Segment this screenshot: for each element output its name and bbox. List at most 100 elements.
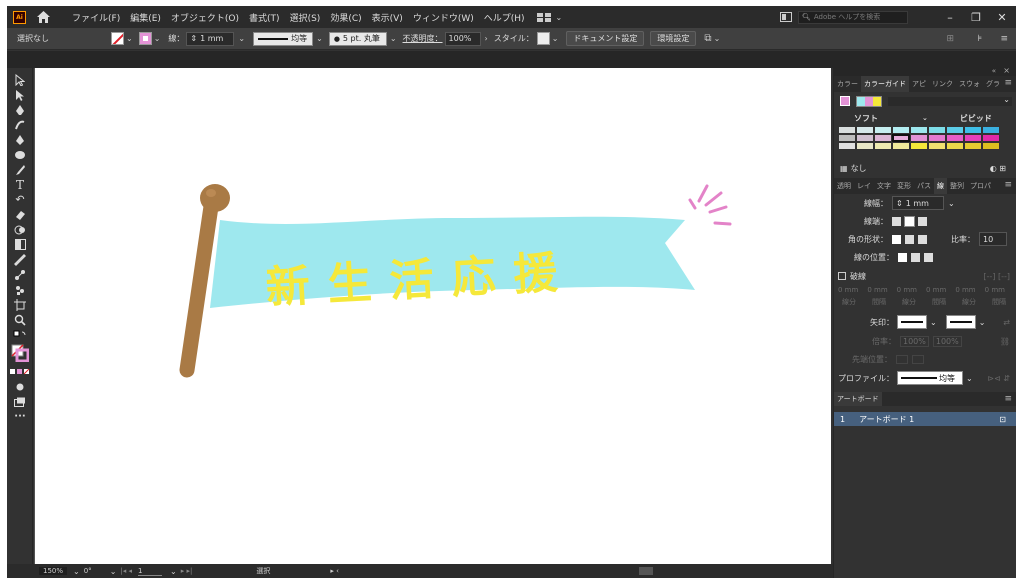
chevron-down-icon[interactable]: ⌄ (238, 34, 245, 43)
tab-artboards[interactable]: アートボード (834, 392, 882, 406)
grid-icon[interactable]: ⊞ (946, 34, 954, 44)
artboard[interactable]: 新生活応援 (35, 68, 831, 564)
panel-menu-icon[interactable]: ≡ (1004, 394, 1012, 404)
rotate-tool-icon[interactable]: ↶ (7, 192, 33, 207)
tab-gradient[interactable]: グラ (983, 79, 1003, 89)
start-scale-field[interactable]: 100% (900, 335, 929, 347)
stroke-color-swatch[interactable] (138, 32, 152, 45)
chevron-down-icon[interactable]: ⌄ (390, 34, 397, 43)
dashed-checkbox[interactable] (838, 272, 846, 280)
selection-tool-icon[interactable] (7, 72, 33, 87)
symbol-sprayer-tool-icon[interactable] (7, 282, 33, 297)
color-mode-icons[interactable] (7, 364, 33, 379)
screen-mode-icon[interactable] (7, 394, 33, 409)
align-icon[interactable]: ⊧ (977, 34, 982, 44)
panel-menu-icon[interactable]: ≡ (1004, 180, 1012, 190)
chevron-down-icon[interactable]: ⌄ (110, 567, 117, 576)
status-arrows-icon[interactable]: ▸ ‹ (330, 567, 339, 575)
chevron-down-icon[interactable]: ⌄ (922, 114, 928, 122)
tab-color[interactable]: カラー (834, 79, 861, 89)
tab-pathfinder[interactable]: パス (914, 181, 934, 191)
type-tool-icon[interactable]: T (7, 177, 33, 192)
chevron-down-icon[interactable]: ⌄ (714, 34, 721, 43)
tip-extend-icon[interactable] (896, 354, 908, 364)
tab-color-guide[interactable]: カラーガイド (861, 76, 909, 92)
chevron-down-icon[interactable]: ⌄ (170, 567, 177, 576)
menu-object[interactable]: オブジェクト(O) (171, 11, 239, 24)
chevron-right-icon[interactable]: › (485, 34, 488, 43)
tab-layers[interactable]: レイ (854, 181, 874, 191)
chevron-down-icon[interactable]: ⌄ (154, 34, 161, 43)
menu-select[interactable]: 選択(S) (290, 11, 321, 24)
end-scale-field[interactable]: 100% (932, 335, 962, 347)
arrange-documents-icon[interactable] (780, 12, 792, 22)
chevron-down-icon[interactable]: ⌄ (930, 318, 937, 327)
rotation-field[interactable]: 0° (84, 567, 92, 575)
chevron-down-icon[interactable]: ⌄ (73, 567, 80, 576)
round-join-icon[interactable] (905, 234, 914, 244)
dash-field[interactable]: 0 mm (897, 286, 917, 294)
more-tools-icon[interactable]: ··· (7, 409, 33, 424)
chevron-down-icon[interactable]: ⌄ (552, 34, 559, 43)
default-colors-icon[interactable] (7, 327, 33, 342)
eyedropper-tool-icon[interactable] (7, 252, 33, 267)
color-variations-grid[interactable] (834, 126, 1016, 160)
artboard-number-field[interactable]: 1 (138, 567, 163, 576)
preferences-button[interactable]: 環境設定 (650, 31, 697, 46)
dash-field[interactable]: 0 mm (955, 286, 975, 294)
round-cap-icon[interactable] (904, 215, 915, 227)
end-arrowhead-select[interactable] (945, 315, 976, 329)
dash-field[interactable]: 0 mm (838, 286, 858, 294)
panel-menu-icon[interactable]: ≡ (1004, 78, 1012, 88)
document-setup-button[interactable]: ドキュメント設定 (566, 31, 645, 46)
opacity-field[interactable]: 100% (444, 31, 481, 46)
dash-align-icons[interactable]: [‑‑] [‑‑] (983, 272, 1010, 281)
align-center-icon[interactable] (898, 252, 907, 262)
zoom-field[interactable]: 150% (39, 567, 68, 575)
align-outside-icon[interactable] (924, 252, 933, 262)
harmony-dropdown[interactable]: ⌄ (888, 95, 1012, 106)
fill-stroke-swatches[interactable] (7, 342, 33, 364)
workspace-switcher[interactable]: ⌄ (536, 12, 562, 22)
tab-transparency[interactable]: 透明 (834, 181, 854, 191)
anchor-point-tool-icon[interactable] (7, 132, 33, 147)
tab-transform[interactable]: 変形 (894, 181, 914, 191)
tab-links[interactable]: リンク (929, 79, 956, 89)
direct-selection-tool-icon[interactable] (7, 87, 33, 102)
profile-select[interactable]: 均等 (897, 371, 963, 385)
miter-join-icon[interactable] (892, 234, 901, 244)
stroke-weight-field[interactable]: ⇕ 1 mm (186, 31, 235, 46)
swatch-library-icon[interactable]: ▦ (840, 164, 848, 173)
eraser-tool-icon[interactable] (7, 207, 33, 222)
menu-effect[interactable]: 効果(C) (330, 11, 361, 24)
tab-properties[interactable]: プロパ (967, 181, 994, 191)
gap-field[interactable]: 0 mm (867, 286, 887, 294)
paintbrush-tool-icon[interactable] (7, 162, 33, 177)
graphic-style-swatch[interactable] (536, 32, 550, 45)
start-arrowhead-select[interactable] (897, 315, 927, 329)
harmony-rules-bar[interactable] (856, 95, 882, 107)
tab-stroke[interactable]: 線 (934, 178, 947, 194)
gap-field[interactable]: 0 mm (926, 286, 946, 294)
ellipse-tool-icon[interactable] (7, 147, 33, 162)
home-icon[interactable] (36, 10, 50, 24)
tab-appearance[interactable]: アピ (909, 79, 929, 89)
base-color-swatch[interactable] (840, 96, 850, 106)
first-artboard-icon[interactable]: |◂ ◂ (120, 567, 132, 575)
minimize-icon[interactable]: – (940, 11, 960, 24)
chevron-down-icon[interactable]: ⌄ (316, 34, 323, 43)
shape-builder-tool-icon[interactable] (7, 222, 33, 237)
draw-mode-icon[interactable] (7, 379, 33, 394)
menu-window[interactable]: ウィンドウ(W) (413, 11, 474, 24)
bevel-join-icon[interactable] (918, 234, 927, 244)
artboard-list-item[interactable]: 1 アートボード 1 ⊡ (834, 412, 1016, 426)
menu-view[interactable]: 表示(V) (372, 11, 403, 24)
flip-profile-icons[interactable]: ⊳⊲ ⇵ (987, 374, 1010, 383)
limit-field[interactable]: 10 (979, 232, 1007, 246)
variable-width-profile[interactable]: 均等 (253, 31, 314, 46)
pen-tool-icon[interactable] (7, 102, 33, 117)
gradient-tool-icon[interactable] (7, 237, 33, 252)
artboard-options-icon[interactable]: ⊡ (999, 415, 1006, 424)
curvature-tool-icon[interactable] (7, 117, 33, 132)
tab-swatches[interactable]: スウォ (956, 79, 983, 89)
